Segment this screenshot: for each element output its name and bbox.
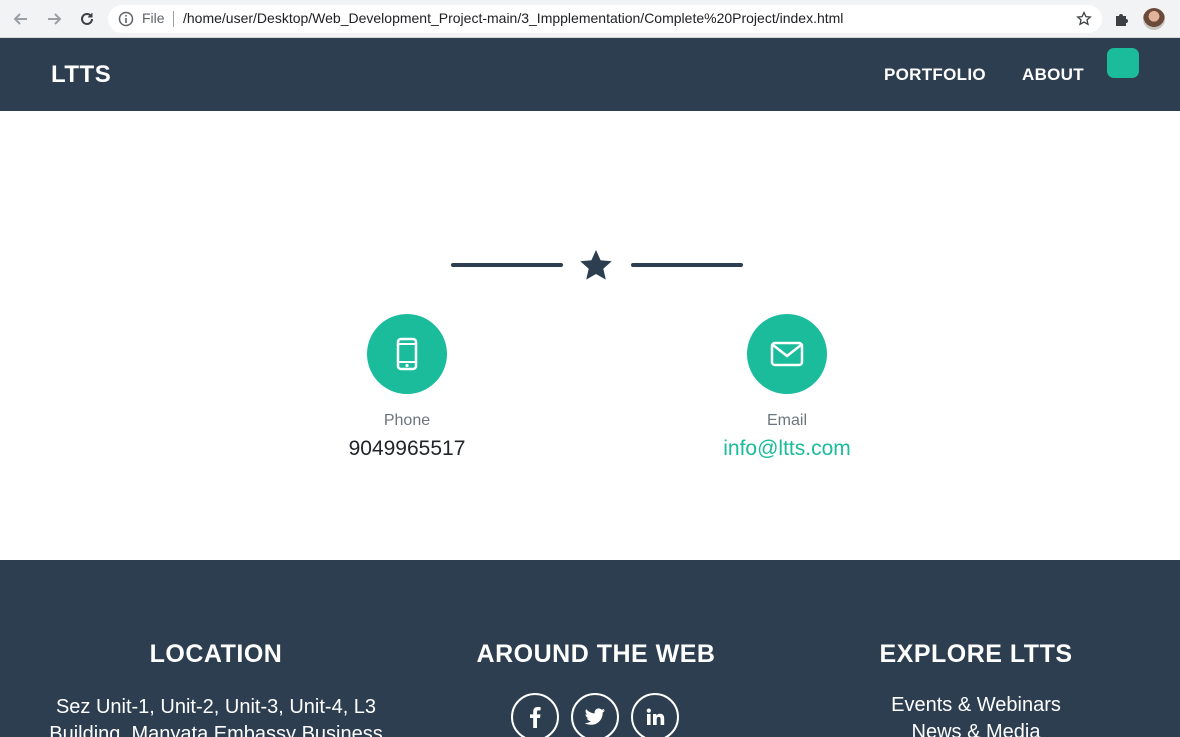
nav-link-about[interactable]: ABOUT — [1022, 65, 1084, 85]
twitter-button[interactable] — [571, 693, 619, 737]
site-footer: LOCATION Sez Unit-1, Unit-2, Unit-3, Uni… — [0, 560, 1180, 737]
footer-explore-title: EXPLORE LTTS — [879, 640, 1073, 668]
footer-explore-link-news[interactable]: News & Media — [776, 719, 1176, 737]
site-navbar: LTTS PORTFOLIO ABOUT — [0, 38, 1180, 111]
mobile-phone-icon — [396, 337, 418, 371]
email-link[interactable]: info@ltts.com — [667, 437, 907, 461]
reload-icon — [81, 12, 93, 25]
browser-toolbar: File /home/user/Desktop/Web_Development_… — [0, 0, 1180, 38]
linkedin-button[interactable] — [631, 693, 679, 737]
nav-menu-button[interactable] — [1107, 48, 1139, 78]
reload-button[interactable] — [76, 8, 98, 30]
footer-explore-link-events[interactable]: Events & Webinars — [776, 692, 1176, 719]
file-label: File — [142, 10, 165, 26]
envelope-icon — [770, 341, 804, 367]
footer-location-title: LOCATION — [149, 640, 283, 668]
footer-web-column: AROUND THE WEB — [396, 560, 796, 737]
star-icon — [580, 250, 612, 280]
divider-line-left — [451, 263, 563, 267]
email-circle — [747, 314, 827, 394]
url-text[interactable]: /home/user/Desktop/Web_Development_Proje… — [183, 10, 843, 26]
divider-line-right — [631, 263, 743, 267]
footer-web-title: AROUND THE WEB — [476, 640, 716, 668]
forward-button[interactable] — [43, 8, 65, 30]
extensions-puzzle-icon[interactable] — [1113, 10, 1131, 28]
nav-link-portfolio[interactable]: PORTFOLIO — [884, 65, 986, 85]
email-label: Email — [766, 412, 807, 429]
phone-circle — [367, 314, 447, 394]
phone-label: Phone — [383, 412, 431, 429]
linkedin-icon — [646, 708, 665, 725]
facebook-button[interactable] — [511, 693, 559, 737]
twitter-icon — [584, 708, 605, 725]
footer-location-column: LOCATION Sez Unit-1, Unit-2, Unit-3, Uni… — [16, 560, 416, 737]
profile-avatar[interactable] — [1143, 8, 1165, 30]
bookmark-star-icon[interactable] — [1076, 11, 1092, 27]
facebook-icon — [530, 707, 541, 728]
forward-arrow-icon — [48, 13, 62, 25]
back-arrow-icon — [13, 13, 27, 25]
footer-location-line-2: Building, Manyata Embassy Business — [49, 723, 383, 737]
info-icon[interactable] — [118, 11, 134, 27]
back-button[interactable] — [10, 8, 32, 30]
footer-location-line-1: Sez Unit-1, Unit-2, Unit-3, Unit-4, L3 — [55, 696, 377, 718]
footer-explore-column: EXPLORE LTTS Events & Webinars News & Me… — [776, 560, 1176, 737]
address-bar[interactable]: File /home/user/Desktop/Web_Development_… — [108, 5, 1102, 33]
brand-logo[interactable]: LTTS — [51, 61, 111, 89]
address-separator — [173, 11, 174, 27]
section-divider — [451, 248, 743, 284]
phone-value: 9049965517 — [348, 437, 466, 460]
